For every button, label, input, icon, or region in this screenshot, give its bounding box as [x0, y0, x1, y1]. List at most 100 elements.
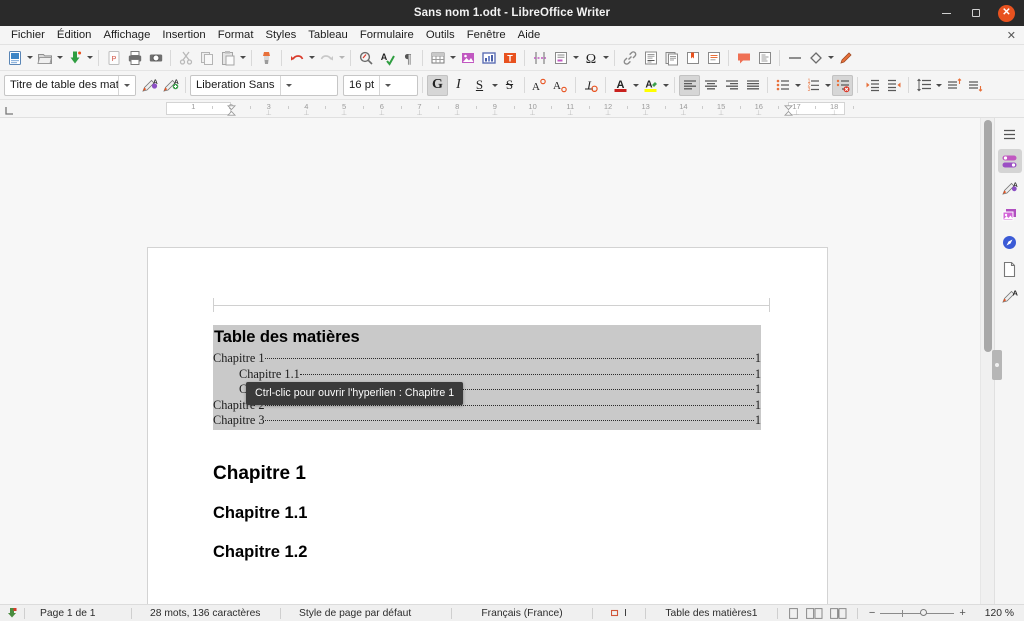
right-indent-marker[interactable] [783, 103, 794, 116]
new-document-icon[interactable] [4, 47, 25, 68]
menu-styles[interactable]: Styles [259, 26, 302, 45]
heading-chapitre-1-2[interactable]: Chapitre 1.2 [213, 543, 307, 562]
sidebar-gallery-icon[interactable] [998, 203, 1022, 227]
find-replace-icon[interactable] [355, 47, 376, 68]
maximize-icon[interactable] [968, 5, 984, 21]
clone-formatting-icon[interactable] [256, 47, 277, 68]
document-page[interactable]: Table des matières Chapitre 1 1 Chapitre 1… [148, 248, 827, 604]
tab-stop-selector-icon[interactable] [0, 100, 18, 118]
outline-list-button[interactable] [832, 74, 853, 96]
formatting-marks-icon[interactable]: ¶ [397, 47, 418, 68]
align-center-button[interactable] [700, 75, 721, 96]
export-pdf-icon[interactable]: P [103, 47, 124, 68]
zoom-slider-knob[interactable] [920, 609, 928, 616]
close-document-icon[interactable]: ✕ [1007, 29, 1016, 42]
open-document-icon[interactable] [34, 47, 55, 68]
basic-shapes-icon[interactable] [805, 47, 826, 68]
zoom-out-button[interactable]: − [864, 607, 880, 619]
insert-line-icon[interactable] [784, 47, 805, 68]
spelling-icon[interactable]: A [376, 47, 397, 68]
heading-chapitre-1-1[interactable]: Chapitre 1.1 [213, 504, 307, 523]
zoom-slider-track[interactable] [880, 609, 955, 617]
menu-insertion[interactable]: Insertion [156, 26, 211, 45]
menu-fichier[interactable]: Fichier [5, 26, 51, 45]
cross-reference-icon[interactable] [703, 47, 724, 68]
paragraph-style-dropdown-icon[interactable] [118, 75, 135, 95]
insert-chart-icon[interactable] [478, 47, 499, 68]
menu-formulaire[interactable]: Formulaire [354, 26, 420, 45]
clear-formatting-button[interactable]: I [580, 75, 601, 96]
endnote-icon[interactable] [661, 47, 682, 68]
font-color-button[interactable]: A [610, 75, 631, 96]
strikethrough-button[interactable]: S [499, 75, 520, 96]
special-character-icon[interactable]: Ω [580, 47, 601, 68]
bold-button[interactable]: G [427, 74, 448, 96]
align-right-button[interactable] [721, 75, 742, 96]
document-canvas[interactable]: Table des matières Chapitre 1 1 Chapitre 1… [0, 118, 980, 604]
insert-field-dropdown-icon[interactable] [571, 47, 580, 68]
vertical-scrollbar-thumb[interactable] [984, 120, 992, 352]
menu-outils[interactable]: Outils [420, 26, 461, 45]
hyperlink-icon[interactable] [619, 47, 640, 68]
highlight-color-button[interactable]: A [640, 75, 661, 96]
zoom-in-button[interactable]: + [954, 607, 970, 619]
book-view-icon[interactable] [830, 607, 848, 619]
zoom-slider[interactable]: − + [858, 607, 977, 619]
menu-format[interactable]: Format [212, 26, 260, 45]
insert-image-icon[interactable] [457, 47, 478, 68]
selection-mode-icon[interactable]: I [593, 605, 645, 621]
page-break-icon[interactable] [529, 47, 550, 68]
decrease-indent-button[interactable] [883, 75, 904, 96]
insert-field-icon[interactable] [550, 47, 571, 68]
font-size-dropdown-icon[interactable] [379, 75, 397, 95]
document-modified-icon[interactable] [0, 605, 24, 621]
undo-dropdown-icon[interactable] [307, 47, 316, 68]
subscript-button[interactable]: A [550, 75, 571, 96]
heading-chapitre-1[interactable]: Chapitre 1 [213, 463, 306, 485]
special-character-dropdown-icon[interactable] [601, 47, 610, 68]
sidebar-properties-icon[interactable] [997, 149, 1022, 173]
track-changes-icon[interactable] [754, 47, 775, 68]
print-icon[interactable] [124, 47, 145, 68]
line-spacing-dropdown-icon[interactable] [934, 75, 943, 96]
ordered-list-dropdown-icon[interactable] [823, 75, 832, 96]
table-of-contents[interactable]: Table des matières Chapitre 1 1 Chapitre 1… [213, 325, 761, 430]
font-name-combobox[interactable]: Liberation Sans [190, 74, 338, 96]
superscript-button[interactable]: A [529, 75, 550, 96]
underline-dropdown-icon[interactable] [490, 75, 499, 96]
new-document-dropdown-icon[interactable] [25, 47, 34, 68]
multi-page-view-icon[interactable] [806, 607, 824, 619]
cut-icon[interactable] [175, 47, 196, 68]
menu-edition[interactable]: Édition [51, 26, 98, 45]
font-color-dropdown-icon[interactable] [631, 75, 640, 96]
horizontal-ruler[interactable]: 12⊥3⊥4⊥5⊥6⊥7⊥8⊥9⊥10⊥11⊥12⊥13⊥14⊥15⊥16⊥17… [0, 100, 1024, 118]
ruler-scale[interactable]: 12⊥3⊥4⊥5⊥6⊥7⊥8⊥9⊥10⊥11⊥12⊥13⊥14⊥15⊥16⊥17… [18, 102, 988, 117]
word-count[interactable]: 28 mots, 136 caractères [132, 605, 280, 621]
font-size-combobox[interactable]: 16 pt [343, 74, 418, 96]
line-spacing-button[interactable] [913, 75, 934, 96]
language-info[interactable]: Français (France) [452, 605, 592, 621]
copy-icon[interactable] [196, 47, 217, 68]
align-justified-button[interactable] [742, 75, 763, 96]
font-name-dropdown-icon[interactable] [279, 75, 297, 95]
print-preview-icon[interactable] [145, 47, 166, 68]
bookmark-icon[interactable] [682, 47, 703, 68]
comment-icon[interactable] [733, 47, 754, 68]
sidebar-styles-icon[interactable]: A [998, 176, 1022, 200]
paragraph-spacing-below-button[interactable] [964, 75, 985, 96]
menu-aide[interactable]: Aide [512, 26, 547, 45]
sidebar-page-icon[interactable] [998, 257, 1022, 281]
increase-indent-button[interactable] [862, 75, 883, 96]
toc-entry[interactable]: Chapitre 1.1 1 [213, 367, 761, 383]
scrollbar-split-grip[interactable] [992, 350, 1002, 380]
heading-chapitre-2[interactable]: Chapitre 2 [213, 603, 306, 604]
vertical-scrollbar[interactable] [980, 118, 1002, 604]
toc-entry[interactable]: Chapitre 3 1 [213, 413, 761, 429]
toc-entry[interactable]: Chapitre 1 1 [213, 351, 761, 367]
footnote-icon[interactable] [640, 47, 661, 68]
paragraph-spacing-above-button[interactable] [943, 75, 964, 96]
paste-icon[interactable] [217, 47, 238, 68]
sidebar-settings-icon[interactable] [998, 122, 1022, 146]
paste-dropdown-icon[interactable] [238, 47, 247, 68]
left-indent-marker[interactable] [226, 103, 237, 116]
